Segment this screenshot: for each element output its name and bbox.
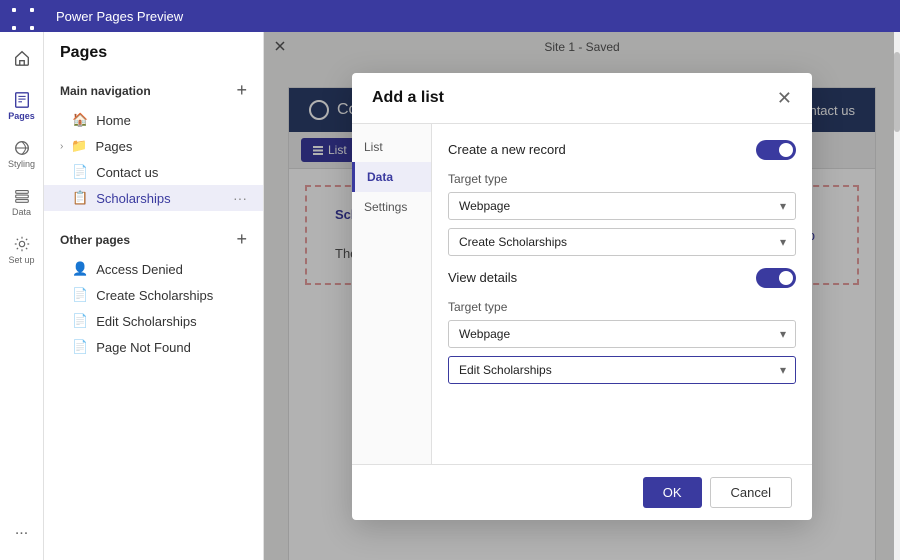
modal-tab-content: Create a new record Target type Webpage … [432,124,812,464]
file-special-icon: 📋 [72,190,88,206]
pages-label: Pages [8,111,35,121]
scholarships-more-btn[interactable]: ··· [233,190,247,206]
modal-body: List Data Settings Create a new re [352,124,812,464]
sidebar-styling-btn[interactable]: Styling [2,132,42,176]
app-title: Power Pages Preview [56,9,183,24]
folder-icon: 📁 [71,138,87,154]
create-new-record-label: Create a new record [448,142,566,157]
nav-home-label: Home [96,113,131,128]
create-file-icon: 📄 [72,287,88,303]
nav-access-denied-label: Access Denied [96,262,183,277]
target-type-2-wrapper: Webpage [448,320,796,348]
add-other-pages-btn[interactable]: + [236,229,247,250]
target-type-2-select[interactable]: Webpage [448,320,796,348]
modal-tab-data[interactable]: Data [352,162,431,192]
other-pages-label: Other pages [60,233,130,247]
nav-create-scholarships[interactable]: 📄 Create Scholarships [44,282,263,308]
notfound-file-icon: 📄 [72,339,88,355]
nav-page-not-found-label: Page Not Found [96,340,191,355]
target-type-1-select[interactable]: Webpage [448,192,796,220]
nav-pages[interactable]: › 📁 Pages [44,133,263,159]
modal-ok-btn[interactable]: OK [643,477,702,508]
main-navigation-label: Main navigation [60,84,151,98]
sidebar-more-btn[interactable]: ... [2,508,42,552]
modal-footer: OK Cancel [352,464,812,520]
top-bar: Power Pages Preview [0,0,900,32]
edit-scholarships-select[interactable]: Edit Scholarships [448,356,796,384]
create-scholarships-select[interactable]: Create Scholarships [448,228,796,256]
nav-contact-label: Contact us [96,165,158,180]
sidebar-pages-btn[interactable]: Pages [2,84,42,128]
create-new-record-row: Create a new record [448,140,796,160]
create-new-record-toggle[interactable] [756,140,796,160]
nav-page-not-found[interactable]: 📄 Page Not Found [44,334,263,360]
add-list-modal: Add a list ✕ List Data Settings [352,73,812,520]
nav-access-denied[interactable]: 👤 Access Denied [44,256,263,282]
main-navigation-header: Main navigation + [44,74,263,107]
edit-scholarships-wrapper: Edit Scholarships [448,356,796,384]
file-icon: 📄 [72,164,88,180]
nav-contact[interactable]: 📄 Contact us [44,159,263,185]
sidebar-setup-btn[interactable]: Set up [2,228,42,272]
edit-file-icon: 📄 [72,313,88,329]
view-details-toggle[interactable] [756,268,796,288]
styling-label: Styling [8,159,35,169]
view-details-label: View details [448,270,517,285]
nav-pages-label: Pages [96,139,133,154]
create-scholarships-wrapper: Create Scholarships [448,228,796,256]
more-dots: ... [15,521,28,539]
house-icon: 🏠 [72,112,88,128]
other-pages-header: Other pages + [44,223,263,256]
target-type-1-wrapper: Webpage [448,192,796,220]
nav-scholarships[interactable]: 📋 Scholarships ··· [44,185,263,211]
sidebar-icons: Pages Styling Data Set up [0,32,44,560]
modal-tab-list[interactable]: List [352,132,431,162]
modal-tab-settings[interactable]: Settings [352,192,431,222]
nav-create-scholarships-label: Create Scholarships [96,288,213,303]
modal-title: Add a list [372,89,444,107]
view-details-row: View details [448,268,796,288]
modal-cancel-btn[interactable]: Cancel [710,477,792,508]
modal-tabs: List Data Settings [352,124,432,464]
modal-close-btn[interactable]: ✕ [777,89,792,107]
chevron-icon: › [60,141,63,152]
nav-edit-scholarships-label: Edit Scholarships [96,314,196,329]
modal-header: Add a list ✕ [352,73,812,124]
target-type-1-label: Target type [448,172,796,186]
main-layout: Pages Styling Data Set up [0,32,900,560]
home-icon-btn[interactable] [2,40,42,76]
panel-title: Pages [44,44,263,74]
nav-edit-scholarships[interactable]: 📄 Edit Scholarships [44,308,263,334]
modal-overlay: Add a list ✕ List Data Settings [264,32,900,560]
data-label: Data [12,207,31,217]
setup-label: Set up [8,255,34,265]
sidebar-data-btn[interactable]: Data [2,180,42,224]
content-area: Site 1 - Saved Company name Home | Pages… [264,32,900,560]
add-main-nav-btn[interactable]: + [236,80,247,101]
pages-panel: Pages Main navigation + 🏠 Home › 📁 Pages… [44,32,264,560]
nav-scholarships-label: Scholarships [96,191,170,206]
target-type-2-label: Target type [448,300,796,314]
person-icon: 👤 [72,261,88,277]
nav-home[interactable]: 🏠 Home [44,107,263,133]
